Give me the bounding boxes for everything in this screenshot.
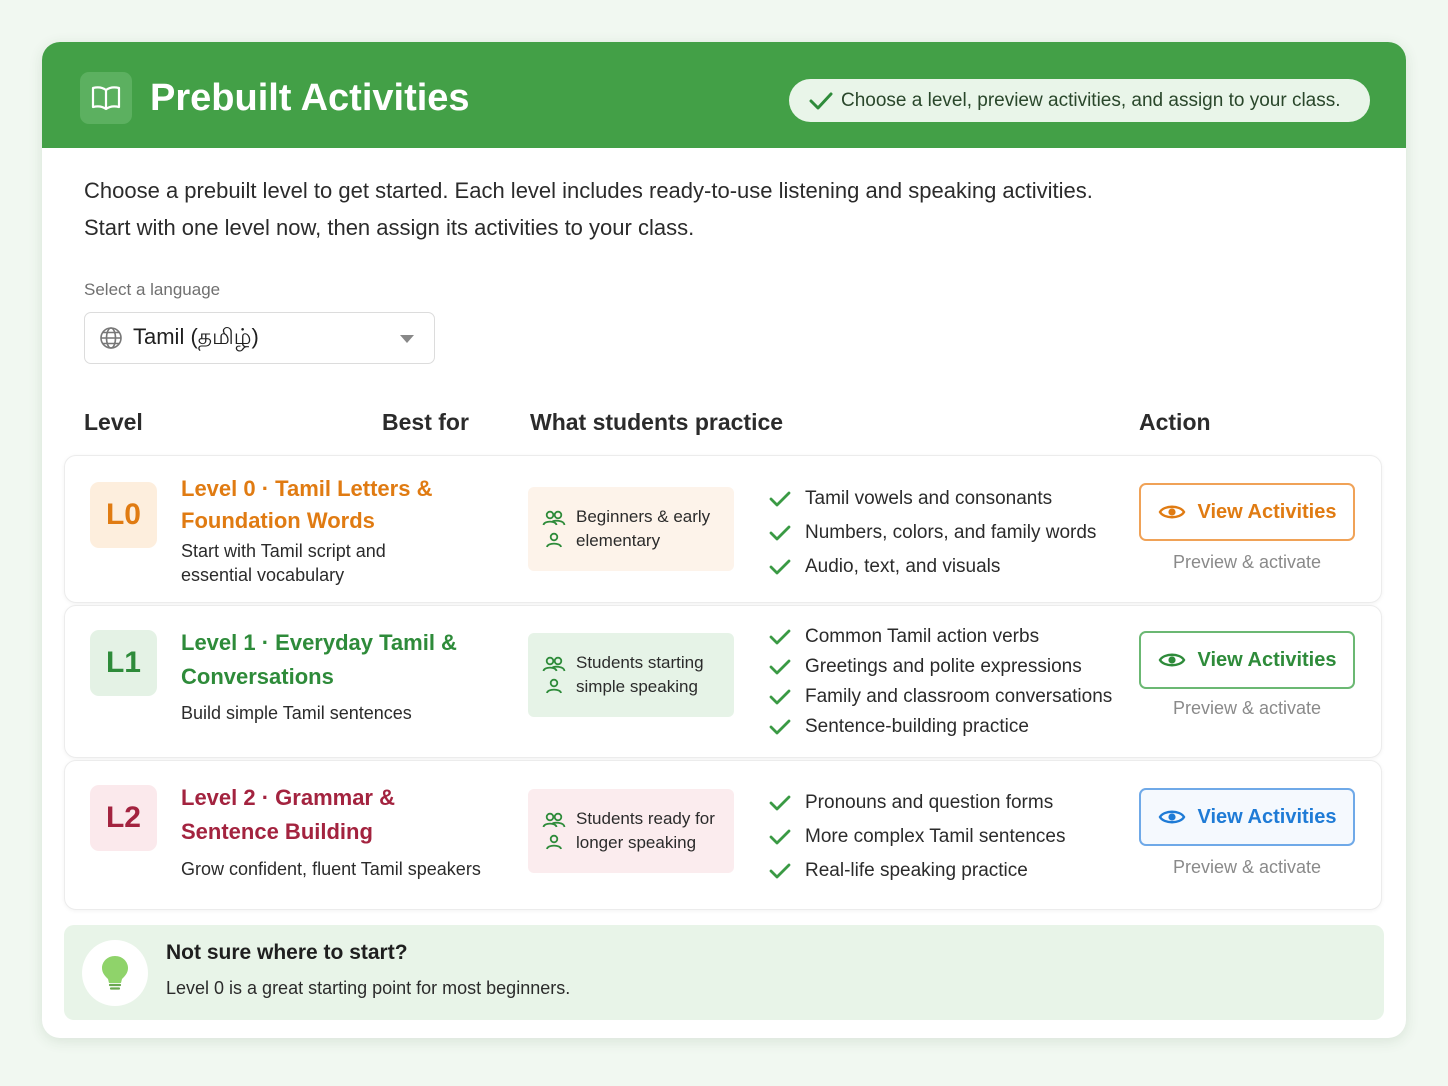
globe-icon [100,327,122,349]
checkmark-icon [769,559,791,575]
column-header-practice: What students practice [530,409,784,435]
practice-list-0: Tamil vowels and consonants Numbers, col… [769,482,1096,584]
view-activities-button-2[interactable]: View Activities [1139,788,1355,846]
practice-item: Common Tamil action verbs [769,622,1112,652]
level-title-1: Level 1 · Everyday Tamil & Conversations [181,630,457,689]
language-selected-value: Tamil (தமிழ்) [133,323,259,349]
best-for-0: Beginners & early elementary [528,487,734,571]
level-title-2: Level 2 · Grammar & Sentence Building [181,785,395,844]
caret-down-icon[interactable] [400,335,414,343]
preview-activate-text-0: Preview & activate [1172,552,1322,572]
checkmark-icon [809,92,833,109]
open-book-icon [80,72,132,124]
best-for-text-0: Beginners & early elementary [576,507,711,550]
practice-item: Audio, text, and visuals [769,550,1096,584]
checkmark-icon [769,719,791,735]
checkmark-icon [769,689,791,705]
checkmark-icon [769,629,791,645]
best-for-text-2: Students ready for longer speaking [576,809,715,852]
intro-line-2: Start with one level now, then assign it… [84,215,695,240]
eye-icon [1158,810,1185,824]
users-icon [542,509,566,549]
users-icon [542,655,566,695]
level-row-1: L1 Level 1 · Everyday Tamil & Conversati… [64,605,1382,758]
column-header-level: Level [84,409,143,435]
language-select[interactable]: Tamil (தமிழ்) [84,312,435,364]
hint-text: Choose a level, preview activities, and … [841,89,1341,111]
practice-item: Sentence-building practice [769,712,1112,742]
preview-activate-text-2: Preview & activate [1172,857,1322,877]
practice-list-1: Common Tamil action verbs Greetings and … [769,622,1112,742]
tip-title: Not sure where to start? [166,941,408,964]
level-badge-l0: L0 [90,482,157,548]
level-title-0: Level 0 · Tamil Letters & Foundation Wor… [181,476,433,533]
prebuilt-activities-card: Prebuilt Activities Choose a level, prev… [42,42,1406,1038]
preview-activate-text-1: Preview & activate [1172,698,1322,718]
view-activities-button-0[interactable]: View Activities [1139,483,1355,541]
practice-item: More complex Tamil sentences [769,820,1065,854]
view-activities-button-1[interactable]: View Activities [1139,631,1355,689]
best-for-2: Students ready for longer speaking [528,789,734,873]
eye-icon [1158,653,1185,667]
checkmark-icon [769,795,791,811]
lightbulb-icon [82,940,148,1006]
level-badge-l2: L2 [90,785,157,851]
level-desc-2: Grow confident, fluent Tamil speakers [181,859,481,879]
practice-item: Tamil vowels and consonants [769,482,1096,516]
level-row-0: L0 Level 0 · Tamil Letters & Foundation … [64,455,1382,603]
checkmark-icon [769,863,791,879]
column-header-action: Action [1139,409,1211,435]
checkmark-icon [769,659,791,675]
tip-banner: Not sure where to start? Level 0 is a gr… [64,925,1384,1020]
level-desc-0: Start with Tamil script and essential vo… [181,541,386,585]
practice-item: Real-life speaking practice [769,854,1065,888]
checkmark-icon [769,525,791,541]
column-header-best-for: Best for [382,409,469,435]
practice-item: Pronouns and question forms [769,786,1065,820]
practice-item: Family and classroom conversations [769,682,1112,712]
level-row-2: L2 Level 2 · Grammar & Sentence Building… [64,760,1382,910]
hint-pill: Choose a level, preview activities, and … [789,79,1370,122]
users-icon [542,811,566,851]
practice-item: Numbers, colors, and family words [769,516,1096,550]
practice-list-2: Pronouns and question forms More complex… [769,786,1065,888]
checkmark-icon [769,829,791,845]
level-desc-1: Build simple Tamil sentences [181,703,412,723]
language-label: Select a language [84,280,221,299]
eye-icon [1158,505,1185,519]
checkmark-icon [769,491,791,507]
best-for-text-1: Students starting simple speaking [576,653,704,696]
intro-line-1: Choose a prebuilt level to get started. … [84,178,1093,203]
practice-item: Greetings and polite expressions [769,652,1112,682]
level-badge-l1: L1 [90,630,157,696]
intro-text: Choose a prebuilt level to get started. … [84,172,1093,246]
page-title: Prebuilt Activities [150,77,470,119]
header-bar: Prebuilt Activities Choose a level, prev… [42,42,1406,148]
best-for-1: Students starting simple speaking [528,633,734,717]
tip-text: Level 0 is a great starting point for mo… [166,978,571,998]
